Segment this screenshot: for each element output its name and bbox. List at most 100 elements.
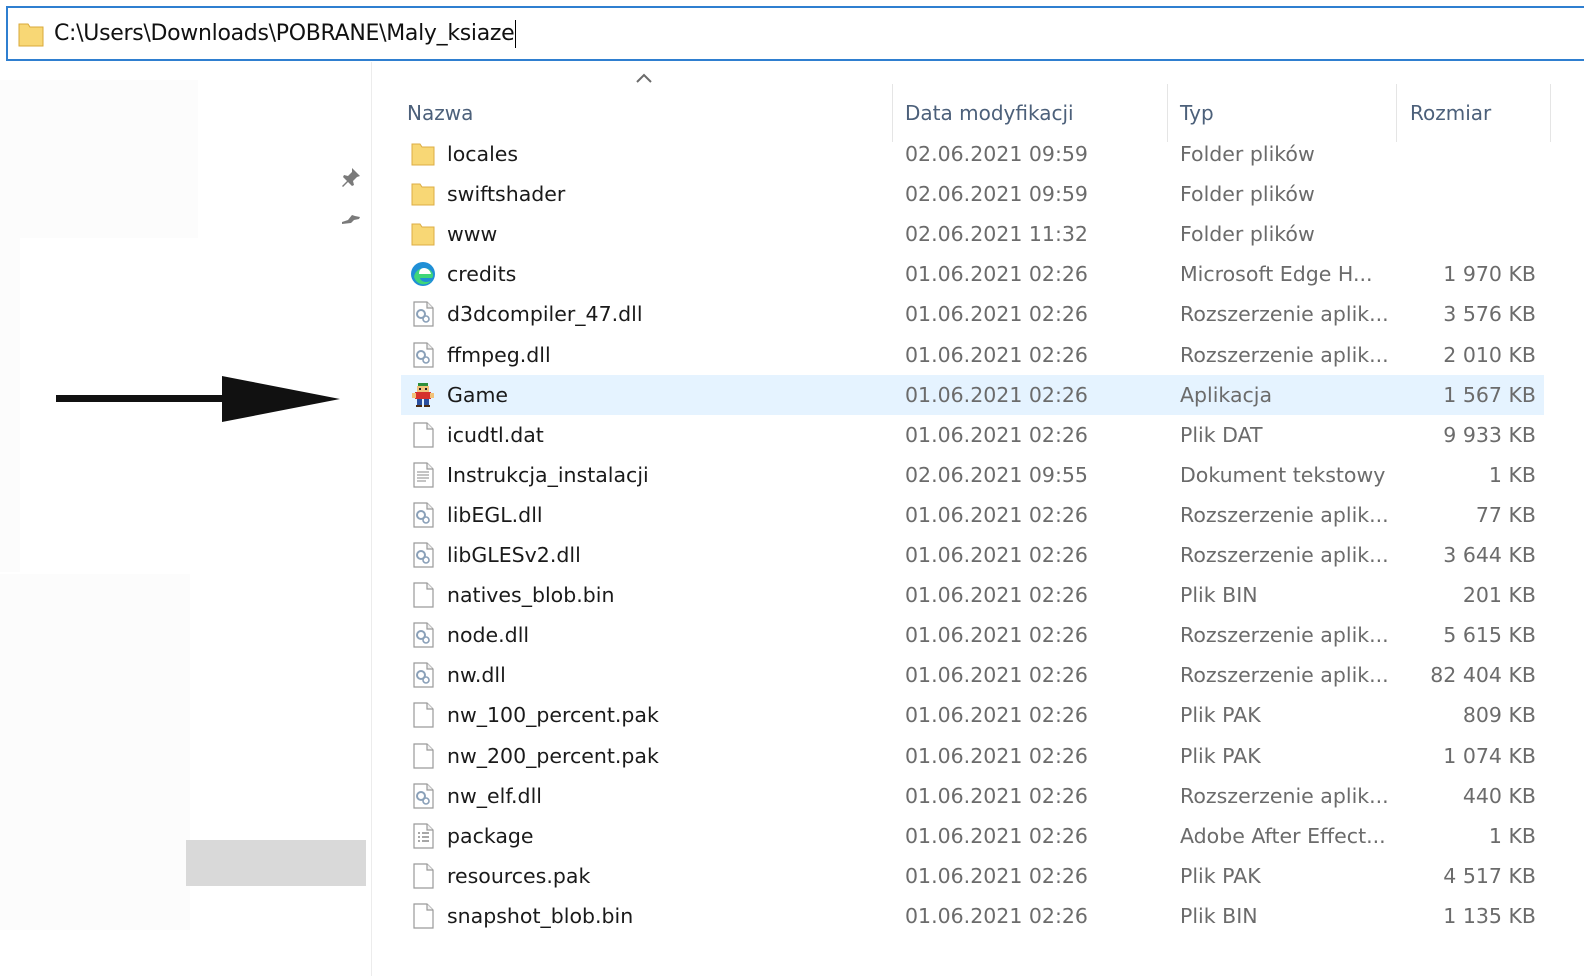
- file-name: node.dll: [447, 623, 530, 648]
- file-name: nw_100_percent.pak: [447, 703, 659, 728]
- package-file-icon: [409, 822, 437, 850]
- dll-icon: [409, 661, 437, 689]
- file-size: 3 644 KB: [1443, 543, 1536, 567]
- file-date: 02.06.2021 11:32: [905, 222, 1088, 247]
- file-date: 01.06.2021 02:26: [905, 623, 1088, 648]
- file-size: 1 135 KB: [1443, 903, 1536, 928]
- file-date: 01.06.2021 02:26: [905, 903, 1088, 928]
- game-icon: [409, 381, 437, 409]
- file-type: Rozszerzenie aplik...: [1180, 502, 1389, 527]
- file-size: 5 615 KB: [1443, 623, 1536, 648]
- file-size: 3 576 KB: [1443, 302, 1536, 327]
- file-row[interactable]: Game 01.06.2021 02:26 Aplikacja 1 567 KB: [401, 374, 1544, 415]
- edge-icon: [409, 260, 437, 288]
- file-list: Nazwa Data modyfikacji Typ Rozmiar local…: [372, 62, 1584, 976]
- file-row[interactable]: locales 02.06.2021 09:59 Folder plików: [401, 134, 1544, 174]
- file-icon: [409, 742, 437, 770]
- file-row[interactable]: credits 01.06.2021 02:26 Microsoft Edge H.…: [401, 254, 1544, 294]
- file-row[interactable]: node.dll 01.06.2021 02:26 Rozszerzenie apl…: [401, 615, 1544, 655]
- file-row[interactable]: nw_100_percent.pak 01.06.2021 02:26 Plik P…: [401, 695, 1544, 735]
- folder-icon: [409, 220, 437, 248]
- file-row[interactable]: Instrukcja_instalacji 02.06.2021 09:55 Dok…: [401, 455, 1544, 495]
- file-name: ffmpeg.dll: [447, 342, 551, 367]
- file-type: Rozszerzenie aplik...: [1180, 783, 1389, 808]
- file-size: 9 933 KB: [1443, 422, 1536, 447]
- pin-icon[interactable]: [340, 210, 362, 226]
- file-type: Folder plików: [1180, 222, 1315, 247]
- dll-icon: [409, 541, 437, 569]
- file-type: Plik PAK: [1180, 703, 1261, 728]
- file-row[interactable]: icudtl.dat 01.06.2021 02:26 Plik DAT 9 933 …: [401, 415, 1544, 455]
- nav-block: [0, 574, 190, 930]
- file-date: 01.06.2021 02:26: [905, 743, 1088, 768]
- file-date: 01.06.2021 02:26: [905, 583, 1088, 608]
- file-type: Microsoft Edge H...: [1180, 262, 1373, 287]
- file-size: 1 074 KB: [1443, 743, 1536, 768]
- address-path[interactable]: C:\Users\Downloads\POBRANE\Maly_ksiaze: [54, 19, 517, 48]
- pin-icon[interactable]: [340, 166, 362, 188]
- file-icon: [409, 902, 437, 930]
- file-type: Plik BIN: [1180, 583, 1258, 608]
- file-row[interactable]: ffmpeg.dll 01.06.2021 02:26 Rozszerzenie a…: [401, 335, 1544, 375]
- file-name: resources.pak: [447, 863, 591, 888]
- navigation-pane: [0, 62, 372, 976]
- file-type: Plik BIN: [1180, 903, 1258, 928]
- file-type: Aplikacja: [1180, 382, 1273, 407]
- column-divider[interactable]: [1550, 84, 1551, 142]
- file-date: 01.06.2021 02:26: [905, 302, 1088, 327]
- file-size: 82 404 KB: [1430, 663, 1536, 688]
- file-row[interactable]: nw_200_percent.pak 01.06.2021 02:26 Plik P…: [401, 736, 1544, 776]
- file-date: 01.06.2021 02:26: [905, 543, 1088, 567]
- file-date: 01.06.2021 02:26: [905, 783, 1088, 808]
- file-row[interactable]: nw_elf.dll 01.06.2021 02:26 Rozszerzenie a…: [401, 776, 1544, 816]
- file-size: 1 KB: [1488, 462, 1536, 487]
- nav-block: [0, 238, 20, 572]
- file-row[interactable]: snapshot_blob.bin 01.06.2021 02:26 Plik BI…: [401, 896, 1544, 936]
- address-bar[interactable]: C:\Users\Downloads\POBRANE\Maly_ksiaze: [6, 6, 1584, 61]
- file-date: 01.06.2021 02:26: [905, 663, 1088, 688]
- file-type: Plik PAK: [1180, 863, 1261, 888]
- file-date: 01.06.2021 02:26: [905, 502, 1088, 527]
- file-row[interactable]: libEGL.dll 01.06.2021 02:26 Rozszerzenie a…: [401, 495, 1544, 535]
- file-row[interactable]: swiftshader 02.06.2021 09:59 Folder plików: [401, 174, 1544, 214]
- text-file-icon: [409, 461, 437, 489]
- file-date: 01.06.2021 02:26: [905, 262, 1088, 287]
- dll-icon: [409, 341, 437, 369]
- file-size: 1 KB: [1488, 823, 1536, 848]
- file-size: 1 567 KB: [1443, 382, 1536, 407]
- dll-icon: [409, 300, 437, 328]
- dll-icon: [409, 621, 437, 649]
- file-type: Plik PAK: [1180, 743, 1261, 768]
- file-type: Rozszerzenie aplik...: [1180, 623, 1389, 648]
- file-size: 201 KB: [1462, 583, 1536, 608]
- file-type: Folder plików: [1180, 142, 1315, 166]
- file-size: 440 KB: [1462, 783, 1536, 808]
- file-date: 01.06.2021 02:26: [905, 823, 1088, 848]
- file-date: 01.06.2021 02:26: [905, 382, 1088, 407]
- file-row[interactable]: nw.dll 01.06.2021 02:26 Rozszerzenie aplik…: [401, 655, 1544, 695]
- file-row[interactable]: resources.pak 01.06.2021 02:26 Plik PAK 4 5…: [401, 856, 1544, 896]
- file-row[interactable]: d3dcompiler_47.dll 01.06.2021 02:26 Rozsze…: [401, 294, 1544, 334]
- file-row[interactable]: natives_blob.bin 01.06.2021 02:26 Plik BIN…: [401, 575, 1544, 615]
- file-name: locales: [447, 142, 519, 166]
- folder-icon: [18, 23, 44, 46]
- file-icon: [409, 581, 437, 609]
- file-type: Dokument tekstowy: [1180, 462, 1386, 487]
- file-row[interactable]: www 02.06.2021 11:32 Folder plików: [401, 214, 1544, 254]
- folder-icon: [409, 180, 437, 208]
- file-size: 77 KB: [1475, 502, 1536, 527]
- nav-item-selected[interactable]: [186, 840, 366, 886]
- file-type: Adobe After Effect...: [1180, 823, 1386, 848]
- file-date: 01.06.2021 02:26: [905, 422, 1088, 447]
- file-type: Rozszerzenie aplik...: [1180, 342, 1389, 367]
- file-date: 01.06.2021 02:26: [905, 863, 1088, 888]
- file-name: libEGL.dll: [447, 502, 543, 527]
- file-name: nw_200_percent.pak: [447, 743, 659, 768]
- file-size: 4 517 KB: [1443, 863, 1536, 888]
- file-date: 01.06.2021 02:26: [905, 342, 1088, 367]
- file-name: nw.dll: [447, 663, 506, 688]
- file-name: nw_elf.dll: [447, 783, 542, 808]
- file-row[interactable]: package 01.06.2021 02:26 Adobe After Effec…: [401, 816, 1544, 856]
- file-type: Plik DAT: [1180, 422, 1263, 447]
- file-row[interactable]: libGLESv2.dll 01.06.2021 02:26 Rozszerzeni…: [401, 535, 1544, 575]
